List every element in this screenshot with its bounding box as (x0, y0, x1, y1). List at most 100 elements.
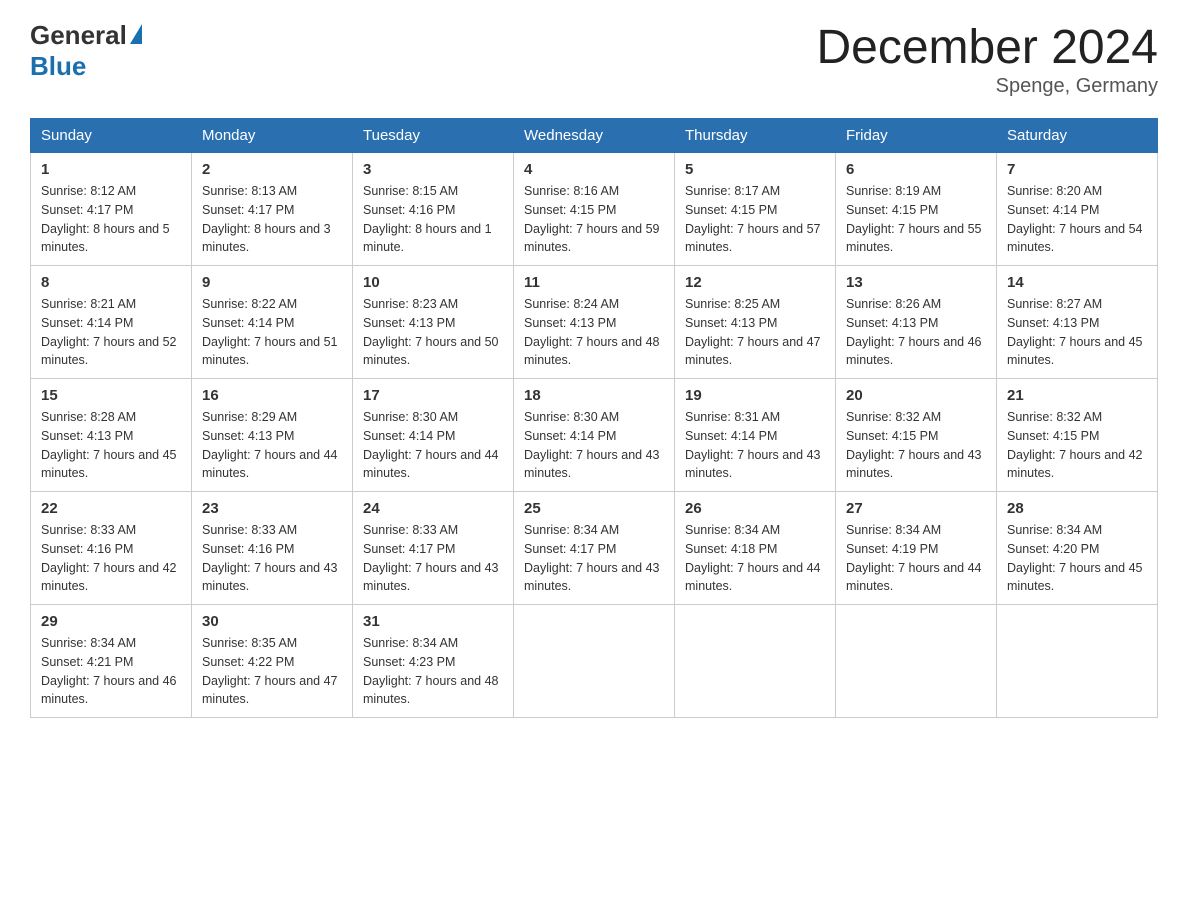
day-info: Sunrise: 8:12 AMSunset: 4:17 PMDaylight:… (41, 184, 170, 254)
day-info: Sunrise: 8:35 AMSunset: 4:22 PMDaylight:… (202, 636, 338, 706)
day-info: Sunrise: 8:13 AMSunset: 4:17 PMDaylight:… (202, 184, 331, 254)
table-row: 8 Sunrise: 8:21 AMSunset: 4:14 PMDayligh… (31, 266, 192, 379)
day-number: 31 (363, 613, 503, 630)
table-row (997, 605, 1158, 718)
day-info: Sunrise: 8:33 AMSunset: 4:17 PMDaylight:… (363, 523, 499, 593)
day-info: Sunrise: 8:34 AMSunset: 4:23 PMDaylight:… (363, 636, 499, 706)
day-number: 12 (685, 274, 825, 291)
day-info: Sunrise: 8:33 AMSunset: 4:16 PMDaylight:… (202, 523, 338, 593)
header-row: Sunday Monday Tuesday Wednesday Thursday… (31, 119, 1158, 153)
table-row: 2 Sunrise: 8:13 AMSunset: 4:17 PMDayligh… (192, 153, 353, 266)
table-row: 30 Sunrise: 8:35 AMSunset: 4:22 PMDaylig… (192, 605, 353, 718)
day-info: Sunrise: 8:21 AMSunset: 4:14 PMDaylight:… (41, 297, 177, 367)
day-info: Sunrise: 8:20 AMSunset: 4:14 PMDaylight:… (1007, 184, 1143, 254)
day-info: Sunrise: 8:19 AMSunset: 4:15 PMDaylight:… (846, 184, 982, 254)
day-info: Sunrise: 8:26 AMSunset: 4:13 PMDaylight:… (846, 297, 982, 367)
calendar-week-row: 29 Sunrise: 8:34 AMSunset: 4:21 PMDaylig… (31, 605, 1158, 718)
day-number: 24 (363, 500, 503, 517)
table-row: 15 Sunrise: 8:28 AMSunset: 4:13 PMDaylig… (31, 379, 192, 492)
table-row: 31 Sunrise: 8:34 AMSunset: 4:23 PMDaylig… (353, 605, 514, 718)
table-row: 1 Sunrise: 8:12 AMSunset: 4:17 PMDayligh… (31, 153, 192, 266)
day-info: Sunrise: 8:32 AMSunset: 4:15 PMDaylight:… (846, 410, 982, 480)
title-section: December 2024 Spenge, Germany (816, 20, 1158, 98)
table-row: 3 Sunrise: 8:15 AMSunset: 4:16 PMDayligh… (353, 153, 514, 266)
day-number: 8 (41, 274, 181, 291)
day-number: 9 (202, 274, 342, 291)
table-row (675, 605, 836, 718)
day-info: Sunrise: 8:34 AMSunset: 4:21 PMDaylight:… (41, 636, 177, 706)
day-info: Sunrise: 8:30 AMSunset: 4:14 PMDaylight:… (524, 410, 660, 480)
day-info: Sunrise: 8:32 AMSunset: 4:15 PMDaylight:… (1007, 410, 1143, 480)
day-info: Sunrise: 8:31 AMSunset: 4:14 PMDaylight:… (685, 410, 821, 480)
day-info: Sunrise: 8:30 AMSunset: 4:14 PMDaylight:… (363, 410, 499, 480)
day-number: 21 (1007, 387, 1147, 404)
day-number: 6 (846, 161, 986, 178)
table-row: 9 Sunrise: 8:22 AMSunset: 4:14 PMDayligh… (192, 266, 353, 379)
day-number: 27 (846, 500, 986, 517)
calendar-week-row: 22 Sunrise: 8:33 AMSunset: 4:16 PMDaylig… (31, 492, 1158, 605)
calendar-week-row: 1 Sunrise: 8:12 AMSunset: 4:17 PMDayligh… (31, 153, 1158, 266)
table-row: 19 Sunrise: 8:31 AMSunset: 4:14 PMDaylig… (675, 379, 836, 492)
col-thursday: Thursday (675, 119, 836, 153)
table-row: 11 Sunrise: 8:24 AMSunset: 4:13 PMDaylig… (514, 266, 675, 379)
day-number: 20 (846, 387, 986, 404)
day-number: 3 (363, 161, 503, 178)
table-row: 23 Sunrise: 8:33 AMSunset: 4:16 PMDaylig… (192, 492, 353, 605)
table-row: 17 Sunrise: 8:30 AMSunset: 4:14 PMDaylig… (353, 379, 514, 492)
day-number: 22 (41, 500, 181, 517)
table-row: 5 Sunrise: 8:17 AMSunset: 4:15 PMDayligh… (675, 153, 836, 266)
day-number: 4 (524, 161, 664, 178)
table-row: 21 Sunrise: 8:32 AMSunset: 4:15 PMDaylig… (997, 379, 1158, 492)
day-number: 17 (363, 387, 503, 404)
table-row: 28 Sunrise: 8:34 AMSunset: 4:20 PMDaylig… (997, 492, 1158, 605)
day-info: Sunrise: 8:16 AMSunset: 4:15 PMDaylight:… (524, 184, 660, 254)
table-row (514, 605, 675, 718)
day-info: Sunrise: 8:28 AMSunset: 4:13 PMDaylight:… (41, 410, 177, 480)
table-row: 20 Sunrise: 8:32 AMSunset: 4:15 PMDaylig… (836, 379, 997, 492)
day-info: Sunrise: 8:25 AMSunset: 4:13 PMDaylight:… (685, 297, 821, 367)
day-number: 30 (202, 613, 342, 630)
calendar-table: Sunday Monday Tuesday Wednesday Thursday… (30, 118, 1158, 718)
calendar-week-row: 15 Sunrise: 8:28 AMSunset: 4:13 PMDaylig… (31, 379, 1158, 492)
table-row: 12 Sunrise: 8:25 AMSunset: 4:13 PMDaylig… (675, 266, 836, 379)
table-row: 6 Sunrise: 8:19 AMSunset: 4:15 PMDayligh… (836, 153, 997, 266)
day-info: Sunrise: 8:22 AMSunset: 4:14 PMDaylight:… (202, 297, 338, 367)
logo: General Blue (30, 20, 142, 82)
day-number: 15 (41, 387, 181, 404)
day-number: 10 (363, 274, 503, 291)
table-row: 29 Sunrise: 8:34 AMSunset: 4:21 PMDaylig… (31, 605, 192, 718)
table-row: 7 Sunrise: 8:20 AMSunset: 4:14 PMDayligh… (997, 153, 1158, 266)
table-row: 24 Sunrise: 8:33 AMSunset: 4:17 PMDaylig… (353, 492, 514, 605)
day-number: 28 (1007, 500, 1147, 517)
table-row (836, 605, 997, 718)
day-number: 14 (1007, 274, 1147, 291)
day-number: 18 (524, 387, 664, 404)
col-tuesday: Tuesday (353, 119, 514, 153)
day-info: Sunrise: 8:34 AMSunset: 4:18 PMDaylight:… (685, 523, 821, 593)
day-number: 2 (202, 161, 342, 178)
day-number: 5 (685, 161, 825, 178)
day-number: 26 (685, 500, 825, 517)
day-number: 16 (202, 387, 342, 404)
logo-general-text: General (30, 20, 127, 51)
col-saturday: Saturday (997, 119, 1158, 153)
day-number: 11 (524, 274, 664, 291)
day-info: Sunrise: 8:34 AMSunset: 4:20 PMDaylight:… (1007, 523, 1143, 593)
day-info: Sunrise: 8:29 AMSunset: 4:13 PMDaylight:… (202, 410, 338, 480)
table-row: 16 Sunrise: 8:29 AMSunset: 4:13 PMDaylig… (192, 379, 353, 492)
table-row: 25 Sunrise: 8:34 AMSunset: 4:17 PMDaylig… (514, 492, 675, 605)
table-row: 13 Sunrise: 8:26 AMSunset: 4:13 PMDaylig… (836, 266, 997, 379)
day-number: 23 (202, 500, 342, 517)
table-row: 14 Sunrise: 8:27 AMSunset: 4:13 PMDaylig… (997, 266, 1158, 379)
calendar-week-row: 8 Sunrise: 8:21 AMSunset: 4:14 PMDayligh… (31, 266, 1158, 379)
day-info: Sunrise: 8:24 AMSunset: 4:13 PMDaylight:… (524, 297, 660, 367)
logo-blue-text: Blue (30, 51, 86, 82)
day-info: Sunrise: 8:34 AMSunset: 4:17 PMDaylight:… (524, 523, 660, 593)
location: Spenge, Germany (816, 75, 1158, 98)
table-row: 18 Sunrise: 8:30 AMSunset: 4:14 PMDaylig… (514, 379, 675, 492)
day-info: Sunrise: 8:33 AMSunset: 4:16 PMDaylight:… (41, 523, 177, 593)
day-number: 25 (524, 500, 664, 517)
day-number: 1 (41, 161, 181, 178)
table-row: 26 Sunrise: 8:34 AMSunset: 4:18 PMDaylig… (675, 492, 836, 605)
day-info: Sunrise: 8:17 AMSunset: 4:15 PMDaylight:… (685, 184, 821, 254)
